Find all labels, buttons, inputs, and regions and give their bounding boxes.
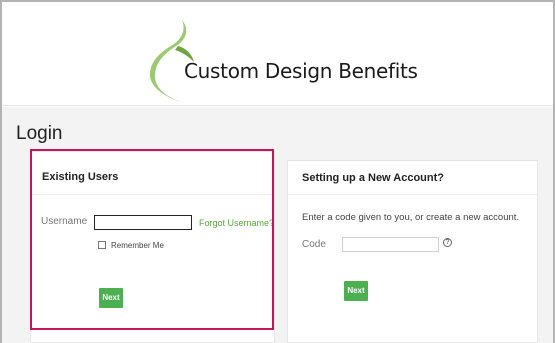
existing-users-next-button[interactable]: Next — [99, 288, 123, 308]
new-account-next-button[interactable]: Next — [344, 281, 368, 301]
existing-users-panel: Existing Users Username Forgot Username?… — [30, 151, 275, 343]
existing-users-heading: Existing Users — [31, 152, 274, 195]
username-input[interactable] — [94, 215, 192, 230]
remember-me-label: Remember Me — [111, 241, 164, 250]
help-icon[interactable]: ? — [443, 238, 452, 247]
login-content: Login Existing Users Username Forgot Use… — [2, 107, 553, 343]
code-label: Code — [302, 239, 326, 250]
remember-me-checkbox[interactable] — [98, 241, 106, 249]
new-account-instructions: Enter a code given to you, or create a n… — [302, 212, 520, 223]
page-title: Login — [16, 123, 63, 144]
new-account-panel: Setting up a New Account? Enter a code g… — [287, 160, 538, 343]
username-label: Username — [41, 216, 88, 227]
code-input[interactable] — [342, 237, 439, 252]
site-header: Custom Design Benefits — [2, 2, 553, 106]
brand-name: Custom Design Benefits — [184, 59, 418, 83]
new-account-heading: Setting up a New Account? — [288, 161, 537, 195]
forgot-username-link[interactable]: Forgot Username? — [199, 218, 274, 228]
